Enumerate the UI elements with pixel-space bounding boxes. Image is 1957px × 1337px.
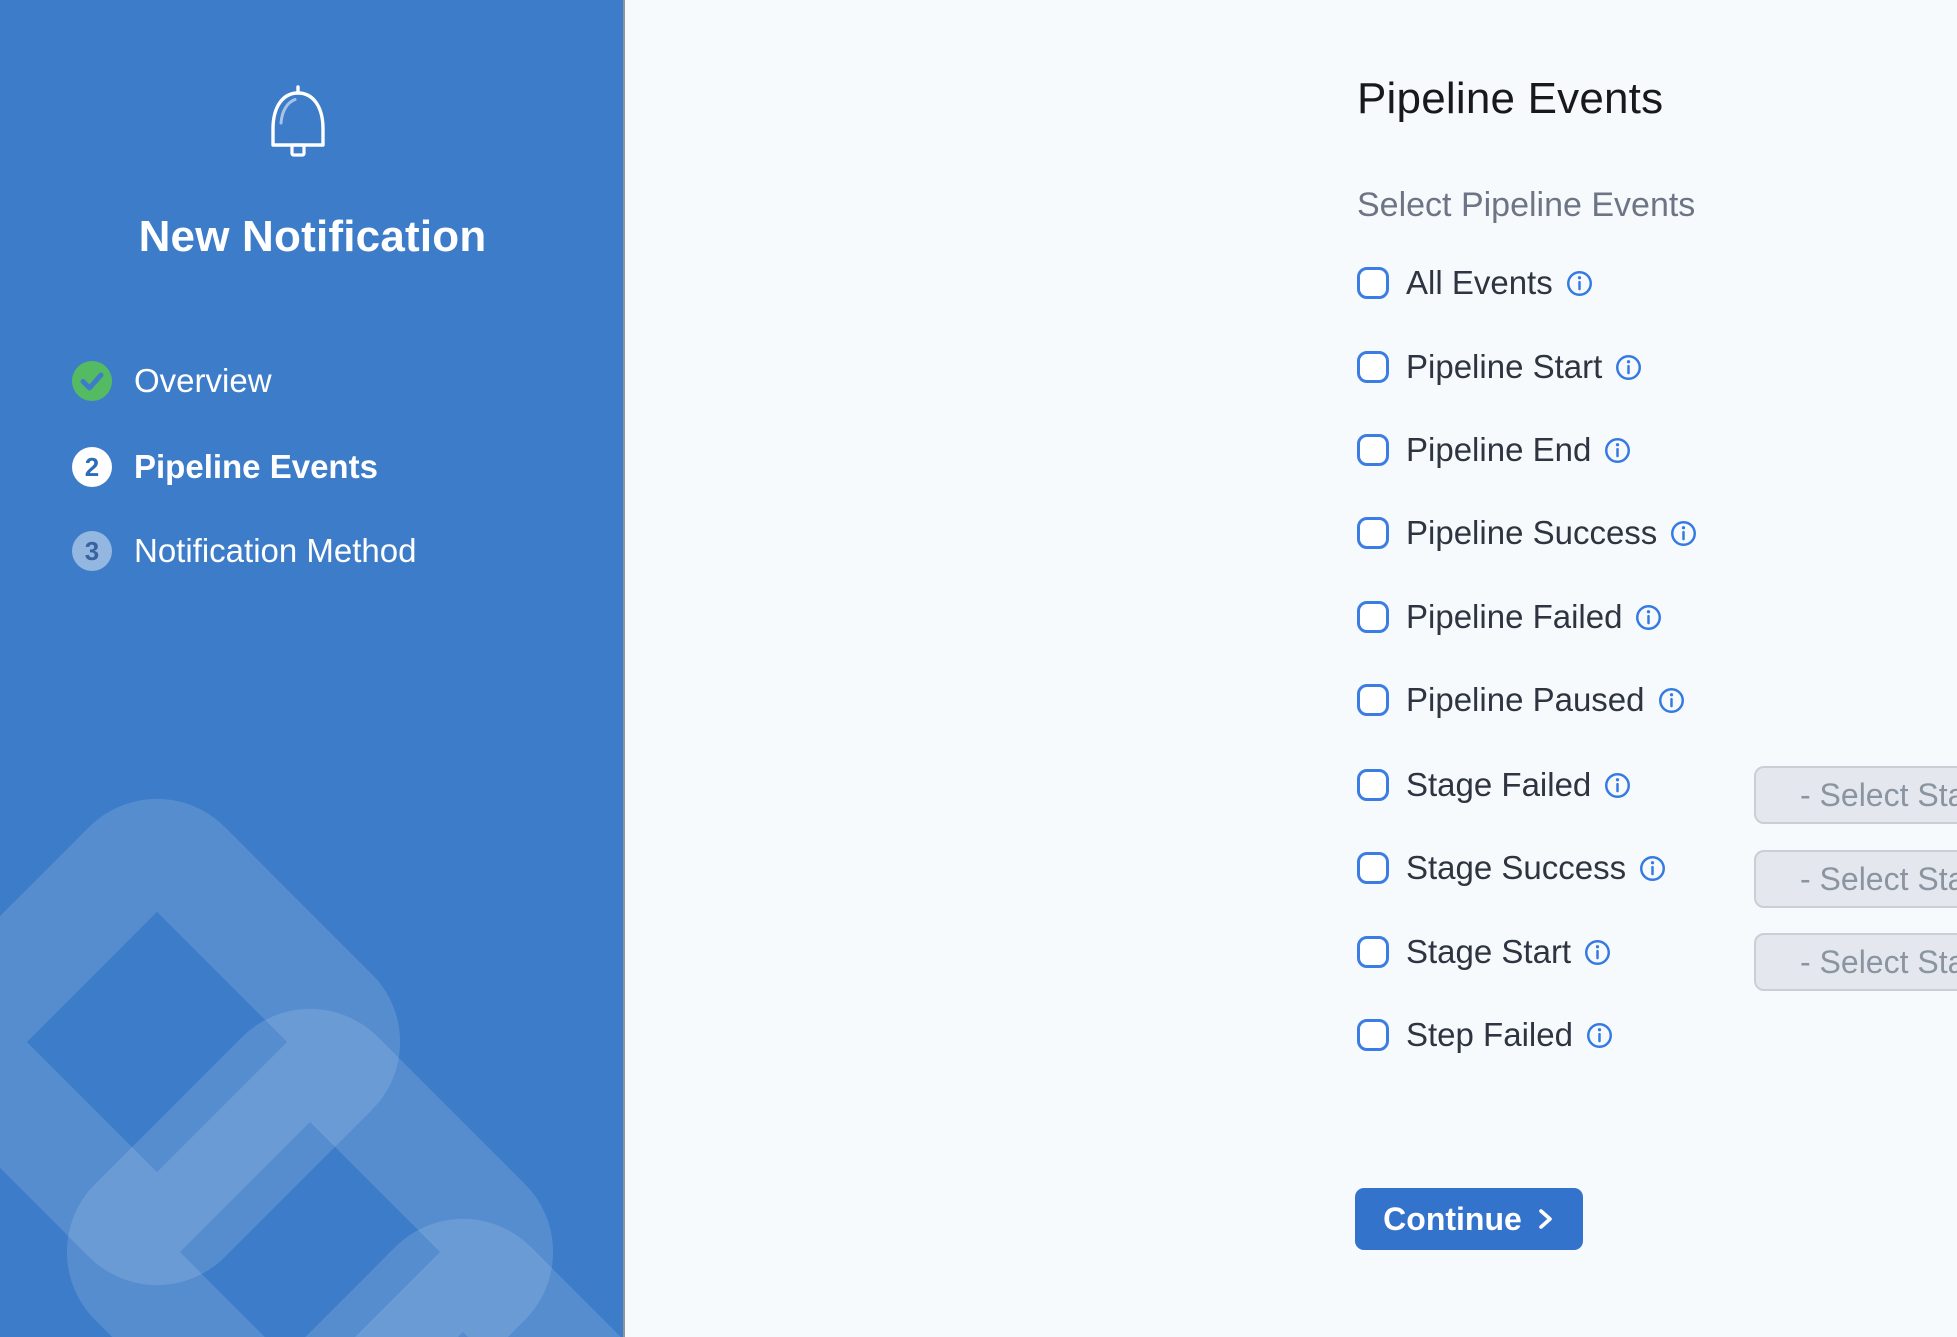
chevron-right-icon — [1535, 1207, 1555, 1231]
event-label: Stage Success — [1406, 849, 1626, 887]
info-icon[interactable] — [1635, 604, 1662, 631]
continue-label: Continue — [1383, 1201, 1522, 1238]
step-complete-check-icon — [72, 361, 112, 401]
event-row-stage-success: Stage Success — [1357, 847, 1666, 889]
info-icon[interactable] — [1584, 939, 1611, 966]
checkbox-stage-failed[interactable] — [1357, 769, 1389, 801]
event-label: Pipeline End — [1406, 431, 1591, 469]
event-row-pipeline-start: Pipeline Start — [1357, 346, 1642, 388]
event-label: All Events — [1406, 264, 1553, 302]
checkbox-stage-start[interactable] — [1357, 936, 1389, 968]
checkbox-pipeline-success[interactable] — [1357, 517, 1389, 549]
new-notification-modal: New Notification Overview 2 Pipeline Eve… — [0, 0, 1957, 1337]
event-label: Pipeline Failed — [1406, 598, 1622, 636]
event-row-all-events: All Events — [1357, 262, 1593, 304]
stage-select-stage-success[interactable]: - Select Stages - — [1754, 850, 1957, 908]
event-label: Stage Failed — [1406, 766, 1591, 804]
checkbox-step-failed[interactable] — [1357, 1019, 1389, 1051]
info-icon[interactable] — [1658, 687, 1685, 714]
event-label: Pipeline Paused — [1406, 681, 1645, 719]
step-pipeline-events[interactable]: 2 Pipeline Events — [72, 446, 378, 488]
step-label: Notification Method — [134, 532, 416, 570]
info-icon[interactable] — [1615, 354, 1642, 381]
info-icon[interactable] — [1586, 1022, 1613, 1049]
stage-select-placeholder: - Select Stages - — [1800, 861, 1957, 898]
step-label: Pipeline Events — [134, 448, 378, 486]
step-label: Overview — [134, 362, 272, 400]
info-icon[interactable] — [1566, 270, 1593, 297]
stage-select-stage-start[interactable]: - Select Stages - — [1754, 933, 1957, 991]
stage-select-placeholder: - Select Stages - — [1800, 944, 1957, 981]
pipeline-events-panel: Pipeline Events Select Pipeline Events A… — [627, 0, 1957, 1337]
checkbox-pipeline-paused[interactable] — [1357, 684, 1389, 716]
event-label: Step Failed — [1406, 1016, 1573, 1054]
info-icon[interactable] — [1604, 772, 1631, 799]
info-icon[interactable] — [1604, 437, 1631, 464]
event-label: Pipeline Start — [1406, 348, 1602, 386]
info-icon[interactable] — [1639, 855, 1666, 882]
step-overview[interactable]: Overview — [72, 360, 272, 402]
section-subtitle: Select Pipeline Events — [1357, 186, 1695, 225]
event-row-pipeline-paused: Pipeline Paused — [1357, 679, 1685, 721]
stage-select-placeholder: - Select Stages - — [1800, 777, 1957, 814]
step-number-badge: 3 — [72, 531, 112, 571]
event-row-stage-start: Stage Start — [1357, 931, 1611, 973]
step-number-badge: 2 — [72, 447, 112, 487]
checkbox-pipeline-failed[interactable] — [1357, 601, 1389, 633]
checkbox-all-events[interactable] — [1357, 267, 1389, 299]
continue-button[interactable]: Continue — [1355, 1188, 1583, 1250]
event-label: Pipeline Success — [1406, 514, 1657, 552]
info-icon[interactable] — [1670, 520, 1697, 547]
event-row-pipeline-end: Pipeline End — [1357, 429, 1631, 471]
event-row-step-failed: Step Failed — [1357, 1014, 1613, 1056]
page-title: Pipeline Events — [1357, 74, 1663, 124]
event-row-pipeline-failed: Pipeline Failed — [1357, 596, 1662, 638]
checkbox-pipeline-end[interactable] — [1357, 434, 1389, 466]
bell-icon — [265, 84, 331, 169]
event-label: Stage Start — [1406, 933, 1571, 971]
event-row-pipeline-success: Pipeline Success — [1357, 512, 1697, 554]
checkbox-stage-success[interactable] — [1357, 852, 1389, 884]
sidebar: New Notification Overview 2 Pipeline Eve… — [0, 0, 625, 1337]
checkbox-pipeline-start[interactable] — [1357, 351, 1389, 383]
step-notification-method[interactable]: 3 Notification Method — [72, 530, 416, 572]
event-row-stage-failed: Stage Failed — [1357, 764, 1631, 806]
stage-select-stage-failed[interactable]: - Select Stages - — [1754, 766, 1957, 824]
sidebar-title: New Notification — [0, 212, 625, 262]
